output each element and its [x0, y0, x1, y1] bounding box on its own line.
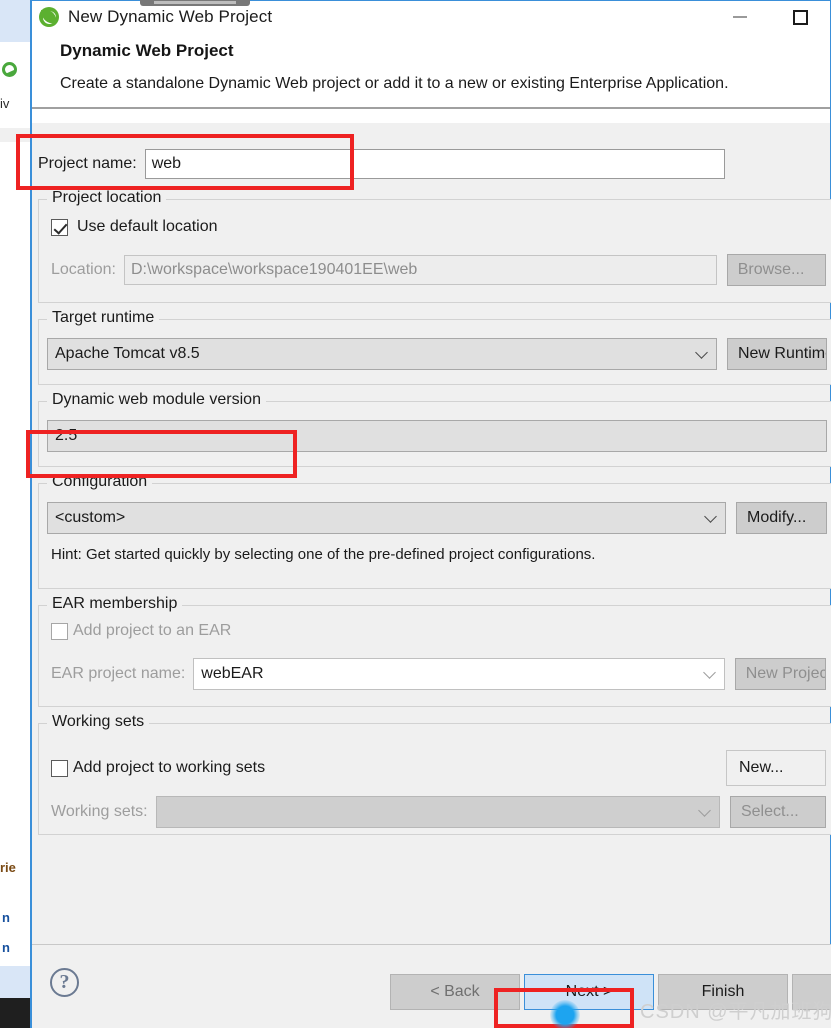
chevron-down-icon [704, 510, 717, 523]
configuration-legend: Configuration [47, 473, 153, 491]
chevron-down-icon [702, 666, 716, 679]
configuration-row: <custom> Modify... [47, 502, 827, 534]
ear-project-name-select: webEAR [193, 658, 725, 690]
footer-separator [32, 944, 831, 945]
chevron-down-icon [698, 804, 711, 817]
page-description: Create a standalone Dynamic Web project … [60, 75, 729, 92]
select-working-sets-button: Select... [729, 796, 826, 828]
new-ear-project-button: New Project... [734, 658, 826, 690]
minimize-button[interactable] [710, 1, 770, 33]
use-default-location-label: Use default location [77, 218, 218, 235]
spring-leaf-icon [38, 6, 60, 28]
project-location-group: Project location Use default location Lo… [38, 189, 831, 303]
bg-spring-icon [2, 62, 17, 77]
bg-tab-0: iv [0, 96, 10, 111]
module-version-select[interactable]: 2.5 [47, 420, 827, 452]
configuration-select[interactable]: <custom> [47, 502, 727, 534]
bg-tab-2: n [2, 910, 10, 925]
use-default-location-row[interactable]: Use default location [51, 218, 218, 236]
project-location-legend: Project location [47, 189, 167, 207]
next-button[interactable]: Next > [524, 974, 654, 1010]
modify-configuration-button[interactable]: Modify... [736, 502, 827, 534]
target-runtime-legend: Target runtime [47, 309, 160, 327]
new-runtime-button[interactable]: New Runtime... [726, 338, 827, 370]
chevron-down-icon [695, 346, 708, 359]
bg-tab-1: rie [0, 860, 16, 875]
configuration-value: <custom> [55, 509, 126, 526]
use-default-location-checkbox[interactable] [51, 218, 68, 236]
dialog-header: Dynamic Web Project Create a standalone … [32, 33, 830, 123]
module-version-group: Dynamic web module version 2.5 [38, 391, 831, 467]
maximize-button[interactable] [770, 1, 830, 33]
background-tab-blob-bar [154, 1, 236, 4]
target-runtime-row: Apache Tomcat v8.5 New Runtime... [47, 338, 827, 370]
working-sets-label: Working sets: [51, 803, 148, 820]
background-tab-blob [140, 0, 250, 6]
add-to-working-sets-row[interactable]: Add project to working sets New... [51, 750, 826, 786]
bg-band-lower [0, 966, 30, 998]
configuration-group: Configuration <custom> Modify... Hint: G… [38, 473, 831, 589]
module-version-legend: Dynamic web module version [47, 391, 266, 409]
working-sets-row: Working sets: Select... [51, 796, 826, 828]
ear-project-name-row: EAR project name: webEAR New Project... [51, 658, 826, 690]
target-runtime-value: Apache Tomcat v8.5 [55, 345, 200, 362]
ear-membership-legend: EAR membership [47, 595, 183, 613]
click-marker [550, 1000, 580, 1028]
bg-tab-3: n [2, 940, 10, 955]
location-row: Location: D:\workspace\workspace190401EE… [51, 254, 826, 286]
location-label: Location: [51, 261, 116, 278]
page-title: Dynamic Web Project [60, 41, 234, 60]
browse-button: Browse... [726, 254, 826, 286]
working-sets-select [155, 796, 720, 828]
add-project-to-ear-row[interactable]: Add project to an EAR [51, 622, 231, 640]
target-runtime-group: Target runtime Apache Tomcat v8.5 New Ru… [38, 309, 831, 385]
screen-root: iv rie n n New Dynamic Web Project Dynam… [0, 0, 831, 1028]
target-runtime-select[interactable]: Apache Tomcat v8.5 [47, 338, 717, 370]
header-separator [32, 107, 830, 109]
working-sets-legend: Working sets [47, 713, 150, 731]
watermark: CSDN @平凡加班狗 [640, 1001, 831, 1023]
ear-membership-group: EAR membership Add project to an EAR EAR… [38, 595, 831, 707]
bg-band-divider [0, 128, 30, 142]
module-version-row: 2.5 [47, 420, 827, 452]
project-name-label: Project name: [38, 155, 137, 172]
location-input: D:\workspace\workspace190401EE\web [123, 255, 717, 285]
add-to-working-sets-checkbox[interactable] [51, 759, 68, 777]
working-sets-group: Working sets Add project to working sets… [38, 713, 831, 835]
ear-project-name-value: webEAR [201, 665, 264, 682]
project-name-input[interactable]: web [144, 149, 725, 179]
add-project-to-ear-label: Add project to an EAR [73, 622, 232, 639]
dialog-title: New Dynamic Web Project [68, 7, 273, 26]
new-working-set-button[interactable]: New... [726, 750, 826, 786]
back-button: < Back [390, 974, 520, 1010]
minimize-icon [733, 16, 747, 18]
background-ide-strip: iv rie n n [0, 0, 30, 1028]
dialog-body: Project name: web Project location Use d… [32, 123, 831, 967]
configuration-hint: Hint: Get started quickly by selecting o… [51, 546, 596, 563]
module-version-value: 2.5 [55, 427, 78, 444]
add-project-to-ear-checkbox[interactable] [51, 622, 68, 640]
bg-band-top [0, 0, 30, 42]
project-name-row: Project name: web [32, 147, 831, 181]
new-dynamic-web-project-dialog: New Dynamic Web Project Dynamic Web Proj… [30, 0, 831, 1028]
add-to-working-sets-label: Add project to working sets [73, 759, 266, 776]
help-icon[interactable]: ? [50, 968, 79, 997]
maximize-icon [792, 9, 808, 25]
window-controls [710, 1, 830, 33]
bg-band-bottom [0, 998, 30, 1028]
ear-project-name-label: EAR project name: [51, 665, 186, 682]
